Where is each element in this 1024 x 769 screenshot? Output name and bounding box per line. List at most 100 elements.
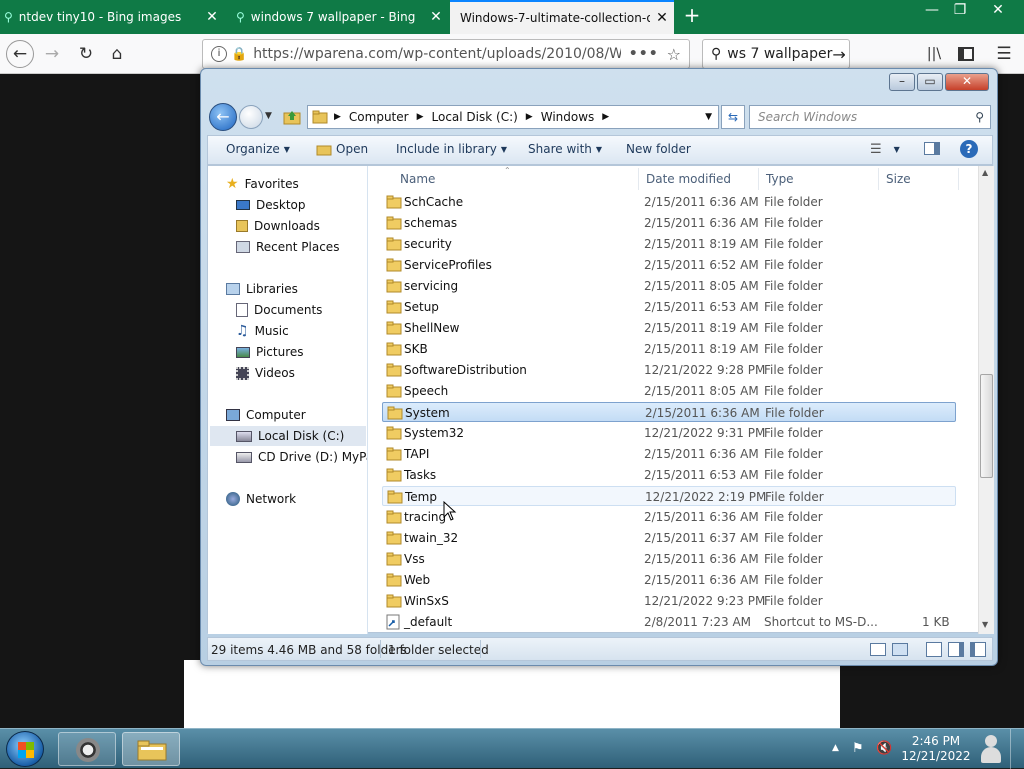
file-row[interactable]: SoftwareDistribution 12/21/2022 9:28 PM Fi… (382, 360, 956, 380)
details-view-icon[interactable] (870, 643, 886, 656)
column-divider[interactable] (958, 168, 959, 190)
file-row[interactable]: _default 2/8/2011 7:23 AM Shortcut to MS-D… (382, 612, 956, 632)
explorer-search-input[interactable]: Search Windows ⚲ (749, 105, 991, 129)
organize-button[interactable]: Organize ▼ (226, 142, 290, 156)
new-tab-button[interactable]: + (680, 4, 704, 28)
layout-icon[interactable] (926, 642, 942, 657)
preview-pane-button[interactable] (924, 142, 940, 155)
file-row[interactable]: twain_32 2/15/2011 6:37 AM File folder (382, 528, 956, 548)
up-folder-icon[interactable] (283, 109, 301, 125)
bookmark-star-icon[interactable]: ☆ (667, 45, 681, 64)
file-row[interactable]: servicing 2/15/2011 8:05 AM File folder (382, 276, 956, 296)
file-row[interactable]: ServiceProfiles 2/15/2011 6:52 AM File fol… (382, 255, 956, 275)
tab-windows7-collection[interactable]: Windows-7-ultimate-collection-of- ✕ (450, 0, 674, 34)
close-tab-icon[interactable]: ✕ (424, 9, 448, 25)
new-folder-button[interactable]: New folder (626, 142, 691, 156)
change-view-button[interactable]: ☰ ▼ (870, 142, 900, 157)
tab-windows-wallpaper[interactable]: ⚲ windows 7 wallpaper - Bing ✕ (226, 0, 448, 34)
explorer-close-button[interactable]: ✕ (945, 73, 989, 91)
chevron-right-icon[interactable]: ▶ (602, 112, 609, 122)
browser-maximize-button[interactable]: ❐ (942, 0, 978, 22)
back-button[interactable]: ← (209, 103, 237, 131)
file-row[interactable]: schemas 2/15/2011 6:36 AM File folder (382, 213, 956, 233)
nav-recent-places[interactable]: Recent Places (236, 237, 339, 257)
column-divider[interactable] (638, 168, 639, 190)
show-hidden-icons-icon[interactable]: ▲ (832, 743, 839, 753)
tab-bing-images[interactable]: ⚲ ntdev tiny10 - Bing images ✕ (0, 0, 224, 34)
file-row[interactable]: System 2/15/2011 6:36 AM File folder (382, 402, 956, 422)
file-row[interactable]: SchCache 2/15/2011 6:36 AM File folder (382, 192, 956, 212)
back-button[interactable]: ← (6, 40, 34, 68)
details-pane-icon[interactable] (970, 642, 986, 657)
page-actions-icon[interactable]: ••• (629, 46, 659, 62)
recent-pages-dropdown-icon[interactable]: ▼ (265, 111, 272, 121)
column-divider[interactable] (758, 168, 759, 190)
nav-libraries[interactable]: Libraries (226, 279, 298, 299)
nav-documents[interactable]: Documents (236, 300, 322, 320)
refresh-button[interactable]: ⇆ (721, 105, 745, 129)
chevron-right-icon[interactable]: ▶ (334, 112, 341, 122)
file-row[interactable]: WinSxS 12/21/2022 9:23 PM File folder (382, 591, 956, 611)
search-bar[interactable]: ⚲ ws 7 wallpaper → (702, 39, 850, 69)
search-go-icon[interactable]: → (832, 45, 845, 64)
forward-button[interactable] (239, 105, 263, 129)
file-row[interactable]: System32 12/21/2022 9:31 PM File folder (382, 423, 956, 443)
address-dropdown-icon[interactable]: ▼ (705, 112, 712, 122)
file-row[interactable]: tracing 2/15/2011 6:36 AM File folder (382, 507, 956, 527)
address-bar[interactable]: ▶ Computer ▶ Local Disk (C:) ▶ Windows ▶… (307, 105, 719, 129)
user-avatar[interactable] (978, 733, 1004, 765)
column-divider[interactable] (878, 168, 879, 190)
file-row[interactable]: Tasks 2/15/2011 6:53 AM File folder (382, 465, 956, 485)
open-button[interactable]: Open (316, 142, 368, 156)
taskbar-explorer-button[interactable] (122, 732, 180, 766)
file-row[interactable]: Temp 12/21/2022 2:19 PM File folder (382, 486, 956, 506)
share-with-button[interactable]: Share with ▼ (528, 142, 602, 156)
nav-computer[interactable]: Computer (226, 405, 306, 425)
include-in-library-button[interactable]: Include in library ▼ (396, 142, 507, 156)
scroll-up-icon[interactable]: ▲ (982, 168, 988, 177)
breadcrumb-windows[interactable]: Windows (541, 110, 595, 124)
url-bar[interactable]: i 🔒 https://wparena.com/wp-content/uploa… (202, 39, 690, 69)
nav-pictures[interactable]: Pictures (236, 342, 304, 362)
action-center-flag-icon[interactable]: ⚑ (852, 741, 864, 756)
start-button[interactable] (6, 731, 44, 767)
nav-videos[interactable]: Videos (236, 363, 295, 383)
column-header-type[interactable]: Type (766, 172, 794, 186)
library-button[interactable]: ||\ (920, 40, 948, 68)
chevron-right-icon[interactable]: ▶ (417, 112, 424, 122)
chevron-right-icon[interactable]: ▶ (526, 112, 533, 122)
explorer-maximize-button[interactable]: ▭ (917, 73, 943, 91)
breadcrumb-computer[interactable]: Computer (349, 110, 409, 124)
nav-desktop[interactable]: Desktop (236, 195, 306, 215)
tiles-view-icon[interactable] (892, 643, 908, 656)
column-header-name[interactable]: Name (400, 172, 435, 186)
close-tab-icon[interactable]: ✕ (650, 10, 674, 26)
help-button[interactable]: ? (960, 140, 978, 158)
nav-downloads[interactable]: Downloads (236, 216, 320, 236)
reload-button[interactable]: ↻ (72, 40, 100, 68)
menu-button[interactable]: ☰ (990, 40, 1018, 68)
clock[interactable]: 2:46 PM 12/21/2022 (898, 734, 974, 764)
file-row[interactable]: Web 2/15/2011 6:36 AM File folder (382, 570, 956, 590)
browser-close-button[interactable]: ✕ (976, 0, 1020, 22)
info-icon[interactable]: i (211, 46, 227, 62)
taskbar-browser-button[interactable] (58, 732, 116, 766)
file-row[interactable]: security 2/15/2011 8:19 AM File folder (382, 234, 956, 254)
nav-music[interactable]: ♫ Music (236, 321, 289, 341)
volume-muted-icon[interactable]: 🔇 (876, 741, 892, 756)
breadcrumb-local-disk[interactable]: Local Disk (C:) (432, 110, 518, 124)
home-button[interactable]: ⌂ (103, 40, 131, 68)
show-desktop-button[interactable] (1010, 729, 1024, 769)
column-header-date[interactable]: Date modified (646, 172, 731, 186)
nav-favorites[interactable]: ★ Favorites (226, 174, 299, 194)
nav-network[interactable]: Network (226, 489, 296, 509)
column-header-size[interactable]: Size (886, 172, 911, 186)
nav-cd-drive[interactable]: CD Drive (D:) MyPal (236, 447, 367, 467)
explorer-minimize-button[interactable]: – (889, 73, 915, 91)
sidebar-button[interactable] (952, 40, 980, 68)
file-row[interactable]: Setup 2/15/2011 6:53 AM File folder (382, 297, 956, 317)
preview-pane-icon[interactable] (948, 642, 964, 657)
file-row[interactable]: Vss 2/15/2011 6:36 AM File folder (382, 549, 956, 569)
nav-local-disk[interactable]: Local Disk (C:) (210, 426, 366, 446)
scrollbar-thumb[interactable] (980, 374, 993, 478)
